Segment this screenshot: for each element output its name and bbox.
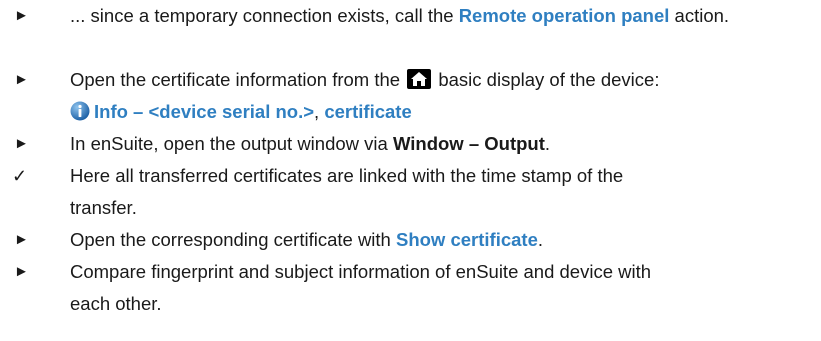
action-arrow-icon: ► [14,7,29,24]
step-text-post: action. [669,5,730,26]
step-text-pre: Open the certificate information from th… [70,69,406,90]
result-text: Here all transferred certificates are li… [70,160,801,224]
window-output-menu-path: Window – Output [392,133,545,154]
step-text-post: basic display of the device: [433,69,660,90]
action-arrow-icon: ► [14,263,29,280]
action-arrow-icon: ► [14,231,29,248]
step-text: Open the certificate information from th… [70,64,801,128]
step-text: ... since a temporary connection exists,… [70,0,801,32]
check-icon: ✓ [12,166,28,186]
step-text: Open the corresponding certificate with … [70,224,801,256]
home-icon [407,69,432,89]
action-arrow-icon: ► [14,135,29,152]
result-text-line1: Here all transferred certificates are li… [70,165,624,186]
result-text-line2: transfer. [70,197,137,218]
step-text-line1: Compare fingerprint and subject informat… [70,261,652,282]
instruction-list: ► ... since a temporary connection exist… [0,0,821,341]
step-text-pre: ... since a temporary connection exists,… [70,5,459,26]
step-text-pre: Open the corresponding certificate with [70,229,396,250]
show-certificate-link[interactable]: Show certificate [396,229,538,250]
info-serial-link[interactable]: Info – <device serial no.> [94,101,314,122]
step-text: Compare fingerprint and subject informat… [70,256,801,320]
info-icon [70,101,90,121]
separator: , [314,101,325,122]
step-text-pre: In enSuite, open the output window via [70,133,393,154]
step-text-post: . [544,133,551,154]
remote-operation-panel-link[interactable]: Remote operation panel [459,5,670,26]
step-text-post: . [537,229,544,250]
certificate-link[interactable]: certificate [324,101,411,122]
step-text-line2: each other. [70,293,162,314]
step-text: In enSuite, open the output window via W… [70,128,801,160]
action-arrow-icon: ► [14,71,29,88]
